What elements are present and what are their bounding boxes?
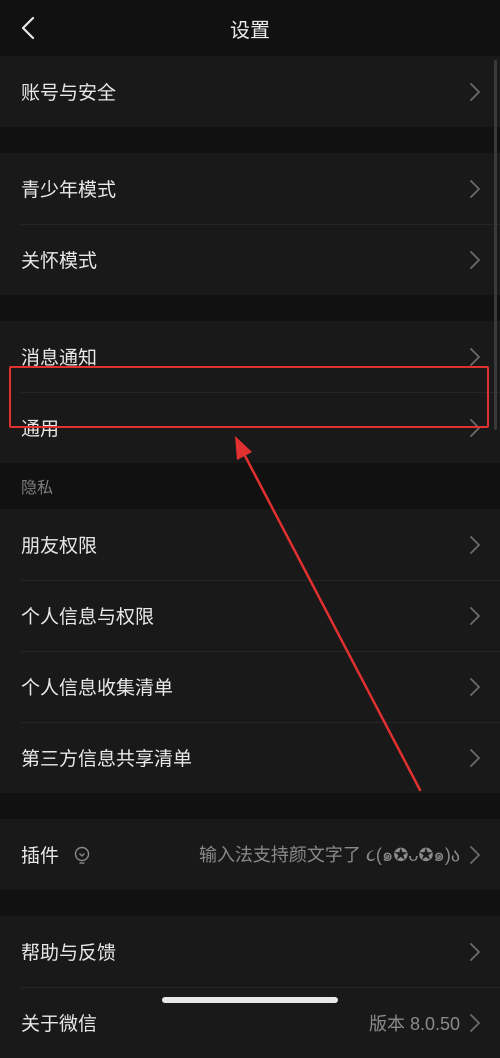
group-spacer	[0, 793, 500, 819]
group-plugins: 插件 输入法支持颜文字了 ૮(๑✪ᴗ✪๑)ა	[0, 819, 500, 890]
row-label: 个人信息与权限	[21, 607, 155, 628]
group-spacer	[0, 890, 500, 916]
row-label: 第三方信息共享清单	[21, 749, 193, 770]
chevron-right-icon	[470, 179, 480, 198]
row-friend-permissions[interactable]: 朋友权限	[0, 509, 500, 580]
row-care-mode[interactable]: 关怀模式	[0, 224, 500, 295]
row-general[interactable]: 通用	[0, 392, 500, 463]
version-text: 版本 8.0.50	[368, 1013, 460, 1034]
chevron-right-icon	[470, 1013, 480, 1032]
chevron-right-icon	[470, 677, 480, 696]
row-third-party-sharing[interactable]: 第三方信息共享清单	[0, 722, 500, 793]
row-label: 账号与安全	[21, 83, 117, 104]
group-modes: 青少年模式 关怀模式	[0, 153, 500, 295]
chevron-right-icon	[470, 748, 480, 767]
page-title: 设置	[230, 19, 270, 42]
row-label: 朋友权限	[21, 536, 98, 557]
row-account-security[interactable]: 账号与安全	[0, 56, 500, 127]
plugin-promo-text: 输入法支持颜文字了 ૮(๑✪ᴗ✪๑)ა	[198, 845, 460, 865]
row-label: 通用	[21, 419, 60, 440]
chevron-left-icon	[21, 17, 35, 39]
chevron-right-icon	[470, 535, 480, 554]
group-privacy: 朋友权限 个人信息与权限 个人信息收集清单 第三方信息共享清单	[0, 509, 500, 793]
chevron-right-icon	[470, 606, 480, 625]
group-notify: 消息通知 通用	[0, 321, 500, 463]
section-label-privacy: 隐私	[0, 463, 500, 509]
group-spacer	[0, 127, 500, 153]
scrollbar[interactable]	[494, 60, 497, 430]
back-button[interactable]	[12, 12, 44, 44]
row-label: 插件	[21, 846, 60, 867]
chevron-right-icon	[470, 82, 480, 101]
row-label: 消息通知	[21, 348, 98, 369]
chevron-right-icon	[470, 942, 480, 961]
group-spacer	[0, 295, 500, 321]
bulb-icon	[73, 845, 91, 865]
row-label: 个人信息收集清单	[21, 678, 174, 699]
row-personal-info-collection[interactable]: 个人信息收集清单	[0, 651, 500, 722]
group-help: 帮助与反馈 关于微信 版本 8.0.50	[0, 916, 500, 1058]
chevron-right-icon	[470, 250, 480, 269]
chevron-right-icon	[470, 418, 480, 437]
row-label: 关于微信	[21, 1014, 98, 1035]
row-plugins[interactable]: 插件 输入法支持颜文字了 ૮(๑✪ᴗ✪๑)ა	[0, 819, 500, 890]
row-label: 帮助与反馈	[21, 943, 117, 964]
row-help-feedback[interactable]: 帮助与反馈	[0, 916, 500, 987]
home-indicator[interactable]	[162, 997, 338, 1003]
row-teen-mode[interactable]: 青少年模式	[0, 153, 500, 224]
group-account: 账号与安全	[0, 56, 500, 127]
chevron-right-icon	[470, 845, 480, 864]
row-notifications[interactable]: 消息通知	[0, 321, 500, 392]
chevron-right-icon	[470, 347, 480, 366]
row-personal-info-permissions[interactable]: 个人信息与权限	[0, 580, 500, 651]
row-label: 青少年模式	[21, 180, 117, 201]
row-label: 关怀模式	[21, 251, 98, 272]
nav-bar: 设置	[0, 0, 500, 56]
